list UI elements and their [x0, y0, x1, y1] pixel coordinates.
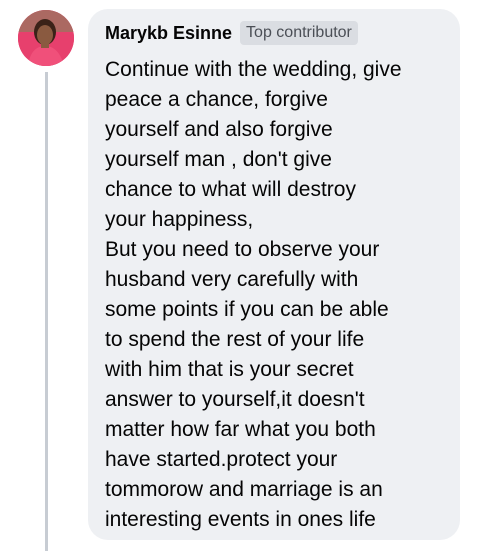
comment-text: Continue with the wedding, give peace a … — [105, 58, 402, 531]
comment-bubble: Marykb Esinne Top contributor Continue w… — [88, 9, 460, 540]
top-contributor-badge: Top contributor — [240, 21, 358, 45]
avatar[interactable] — [18, 10, 74, 66]
reply-thread-line — [45, 72, 48, 551]
author-name[interactable]: Marykb Esinne — [105, 23, 232, 44]
comment-header: Marykb Esinne Top contributor — [105, 21, 450, 45]
profile-photo-icon — [18, 10, 74, 66]
